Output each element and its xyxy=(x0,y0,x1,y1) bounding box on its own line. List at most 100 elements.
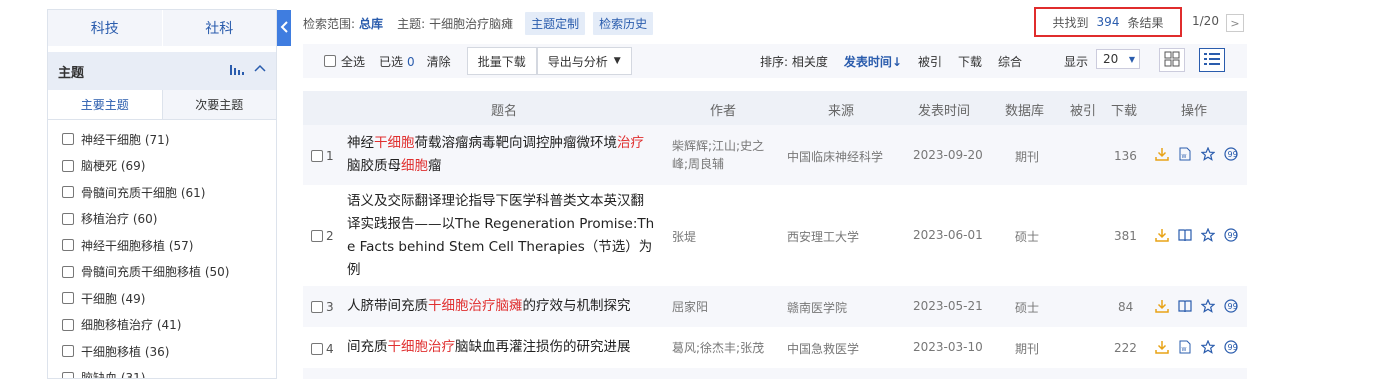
quote-icon[interactable]: 99 xyxy=(1224,299,1238,313)
download-icon[interactable] xyxy=(1155,228,1169,242)
row-checkbox[interactable] xyxy=(311,301,323,313)
title-text: 语义及交际翻译理论指导下医学科普类文本英汉翻译实践报告——以The Regene… xyxy=(347,193,655,278)
row-source[interactable]: 西安理工大学 xyxy=(787,228,859,245)
row-author[interactable]: 葛风;徐杰丰;张茂 xyxy=(672,339,768,357)
row-title-link[interactable]: 人脐带间充质干细胞治疗脑瘫的疗效与机制探究 xyxy=(347,295,655,318)
facet-checkbox[interactable] xyxy=(62,318,74,331)
col-source: 来源 xyxy=(828,104,855,119)
facet-label: 骨髓间充质干细胞 (61) xyxy=(81,185,206,200)
download-icon[interactable] xyxy=(1155,299,1169,313)
title-text: 神经 xyxy=(347,135,374,151)
facet-label: 神经干细胞移植 (57) xyxy=(81,238,194,253)
facet-item[interactable]: 神经干细胞 (71) xyxy=(48,126,276,153)
facet-item[interactable]: 移植治疗 (60) xyxy=(48,206,276,233)
theme-facet-header[interactable]: 主题 xyxy=(48,52,276,90)
row-date: 2023-05-21 xyxy=(913,299,983,313)
row-checkbox[interactable] xyxy=(311,230,323,242)
row-source[interactable]: 赣南医学院 xyxy=(787,299,847,316)
row-db: 期刊 xyxy=(1015,150,1040,164)
star-icon[interactable] xyxy=(1201,299,1215,313)
download-icon[interactable] xyxy=(1155,340,1169,354)
book-icon[interactable] xyxy=(1178,299,1192,313)
row-author[interactable]: 张堤 xyxy=(672,228,768,246)
quote-icon[interactable]: 99 xyxy=(1224,340,1238,354)
theme-label: 主题: xyxy=(397,16,426,31)
svg-text:99: 99 xyxy=(1228,150,1238,159)
facet-item[interactable]: 干细胞 (49) xyxy=(48,285,276,312)
facet-checkbox[interactable] xyxy=(62,345,74,358)
facet-checkbox[interactable] xyxy=(62,265,74,278)
html-read-icon[interactable]: W xyxy=(1178,147,1192,161)
facet-item[interactable]: 干细胞移植 (36) xyxy=(48,338,276,365)
tab-social[interactable]: 社科 xyxy=(163,10,277,46)
download-icon[interactable] xyxy=(1155,147,1169,161)
html-read-icon[interactable]: W xyxy=(1178,340,1192,354)
tab-tech[interactable]: 科技 xyxy=(48,10,163,46)
theme-sub-tabs: 主要主题 次要主题 xyxy=(48,90,276,120)
tab-secondary-theme[interactable]: 次要主题 xyxy=(162,90,276,119)
row-source[interactable]: 中国急救医学 xyxy=(787,340,859,357)
search-history-button[interactable]: 检索历史 xyxy=(593,11,654,35)
facet-item[interactable]: 脑梗死 (69) xyxy=(48,153,276,180)
star-icon[interactable] xyxy=(1201,340,1215,354)
sort-cited[interactable]: 被引 xyxy=(918,53,942,70)
facet-item[interactable]: 骨髓间充质干细胞 (61) xyxy=(48,179,276,206)
row-title-link[interactable]: 神经干细胞荷载溶瘤病毒靶向调控肿瘤微环境治疗脑胶质母细胞瘤 xyxy=(347,132,655,178)
sort-combined[interactable]: 综合 xyxy=(998,53,1022,70)
bulk-download-button[interactable]: 批量下载 xyxy=(466,47,537,75)
list-view-button[interactable] xyxy=(1199,48,1225,72)
row-author[interactable]: 柴辉辉;江山;史之峰;周良辅 xyxy=(672,137,768,173)
scope-library[interactable]: 总库 xyxy=(359,15,383,32)
row-date: 2023-03-10 xyxy=(913,340,983,354)
facet-item[interactable]: 骨髓间充质干细胞移植 (50) xyxy=(48,259,276,286)
row-source[interactable]: 中国临床神经科学 xyxy=(787,148,883,165)
col-download: 下载 xyxy=(1111,104,1138,119)
collapse-sidebar-button[interactable] xyxy=(277,10,291,46)
facet-item[interactable]: 细胞移植治疗 (41) xyxy=(48,312,276,339)
caret-down-icon: ▼ xyxy=(613,56,621,66)
facet-label: 脑缺血 (31) xyxy=(81,371,146,379)
star-icon[interactable] xyxy=(1201,228,1215,242)
select-all[interactable]: 全选 xyxy=(324,53,365,70)
sort-relevance[interactable]: 相关度 xyxy=(792,55,828,69)
facet-checkbox[interactable] xyxy=(62,133,74,146)
quote-icon[interactable]: 99 xyxy=(1224,147,1238,161)
category-tabs: 科技 社科 xyxy=(48,10,276,46)
bar-chart-icon[interactable] xyxy=(230,63,244,79)
col-db: 数据库 xyxy=(1005,104,1045,119)
export-analyze-button[interactable]: 导出与分析 ▼ xyxy=(536,47,632,75)
book-icon[interactable] xyxy=(1178,228,1192,242)
row-checkbox[interactable] xyxy=(311,343,323,355)
facet-checkbox[interactable] xyxy=(62,159,74,172)
row-ops: 99 xyxy=(1155,228,1238,242)
sort-download[interactable]: 下载 xyxy=(958,53,982,70)
title-text: 人脐带间充质 xyxy=(347,298,428,314)
col-cited: 被引 xyxy=(1070,104,1097,119)
page-size-select[interactable]: 20 ▼ xyxy=(1096,49,1140,69)
row-author[interactable]: 屈家阳 xyxy=(672,298,768,316)
next-page-button[interactable]: > xyxy=(1226,14,1244,32)
title-text: 脑胶质母 xyxy=(347,158,401,174)
star-icon[interactable] xyxy=(1201,147,1215,161)
row-title-link[interactable]: 语义及交际翻译理论指导下医学科普类文本英汉翻译实践报告——以The Regene… xyxy=(347,190,655,282)
row-title-link[interactable]: 间充质干细胞治疗脑缺血再灌注损伤的研究进展 xyxy=(347,336,655,359)
facet-checkbox[interactable] xyxy=(62,212,74,225)
row-checkbox[interactable] xyxy=(311,150,323,162)
sort-date[interactable]: 发表时间↓ xyxy=(844,53,902,70)
page-size-value: 20 xyxy=(1103,52,1119,66)
quote-icon[interactable]: 99 xyxy=(1224,228,1238,242)
tab-main-theme[interactable]: 主要主题 xyxy=(48,90,163,119)
facet-checkbox[interactable] xyxy=(62,292,74,305)
result-count: 共找到 394 条结果 xyxy=(1034,7,1182,37)
facet-checkbox[interactable] xyxy=(62,186,74,199)
row-ops: 99 xyxy=(1155,299,1238,313)
grid-view-button[interactable] xyxy=(1159,48,1185,72)
select-all-checkbox[interactable] xyxy=(324,55,336,67)
facet-checkbox[interactable] xyxy=(62,371,74,378)
clear-button[interactable]: 清除 xyxy=(427,53,451,70)
facet-item[interactable]: 神经干细胞移植 (57) xyxy=(48,232,276,259)
chevron-up-icon[interactable] xyxy=(254,63,266,79)
facet-item[interactable]: 脑缺血 (31) xyxy=(48,365,276,379)
facet-checkbox[interactable] xyxy=(62,239,74,252)
theme-custom-button[interactable]: 主题定制 xyxy=(525,11,586,35)
